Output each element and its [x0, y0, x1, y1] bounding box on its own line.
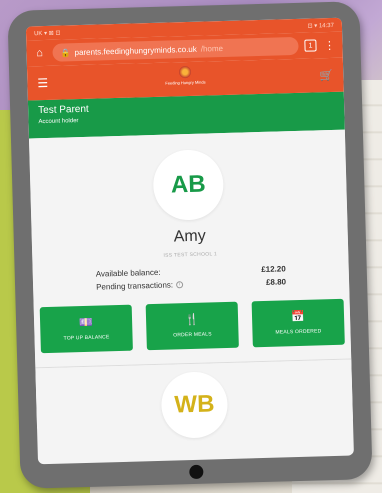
second-child-avatar[interactable]: WB — [160, 371, 229, 439]
meals-ordered-button[interactable]: 📅 MEALS ORDERED — [251, 298, 345, 348]
logo-text: Feeding Hungry Minds — [165, 79, 206, 86]
brand-logo[interactable]: Feeding Hungry Minds — [165, 65, 206, 86]
child-name: Amy — [173, 227, 206, 246]
tab-count-button[interactable]: 1 — [304, 39, 317, 52]
child-card: AB Amy ISS TEST SCHOOL 1 Available balan… — [28, 129, 353, 439]
lock-icon: 🔒 — [60, 47, 71, 58]
child-avatar: AB — [152, 149, 225, 221]
pending-transactions-value: £8.80 — [265, 277, 287, 287]
action-buttons: 💷 TOP UP BALANCE 🍴 ORDER MEALS 📅 MEALS O… — [33, 289, 350, 354]
url-input[interactable]: 🔒 parents.feedinghungryminds.co.uk/home — [52, 36, 299, 62]
order-meals-label: ORDER MEALS — [173, 330, 212, 339]
balance-row: Available balance: £12.20 — [96, 264, 286, 278]
url-host: parents.feedinghungryminds.co.uk — [74, 44, 197, 57]
info-icon[interactable]: i — [175, 281, 184, 289]
money-icon: 💷 — [79, 316, 94, 329]
top-up-balance-button[interactable]: 💷 TOP UP BALANCE — [39, 304, 133, 354]
order-meals-button[interactable]: 🍴 ORDER MEALS — [145, 301, 239, 351]
meals-ordered-label: MEALS ORDERED — [275, 327, 322, 336]
available-balance-label: Available balance: — [95, 267, 161, 279]
second-child-card: WB — [35, 359, 353, 439]
tablet-home-button[interactable] — [189, 464, 204, 480]
tablet-frame: UK ▾ ⊠ ⊡ ⊡ ▾ 14:37 ⌂ 🔒 parents.feedinghu… — [7, 1, 373, 489]
available-balance-value: £12.20 — [261, 264, 286, 275]
url-path: /home — [200, 43, 224, 54]
pending-row: Pending transactions: i £8.80 — [96, 277, 286, 291]
top-up-balance-label: TOP UP BALANCE — [63, 333, 110, 342]
status-right: ⊡ ▾ 14:37 — [307, 22, 335, 30]
cutlery-icon: 🍴 — [185, 313, 200, 326]
calendar-icon: 📅 — [291, 310, 306, 323]
status-left: UK ▾ ⊠ ⊡ — [33, 30, 61, 37]
more-menu-icon[interactable]: ⋮ — [322, 38, 336, 51]
cart-icon[interactable]: 🛒 — [319, 68, 333, 81]
hamburger-menu-icon[interactable]: ☰ — [37, 76, 48, 90]
balance-summary: Available balance: £12.20 Pending transa… — [96, 264, 287, 291]
child-school: ISS TEST SCHOOL 1 — [163, 251, 218, 259]
tablet-screen: UK ▾ ⊠ ⊡ ⊡ ▾ 14:37 ⌂ 🔒 parents.feedinghu… — [25, 17, 354, 465]
pending-transactions-label: Pending transactions: — [96, 280, 174, 292]
logo-mark-icon — [179, 65, 192, 79]
home-icon[interactable]: ⌂ — [32, 47, 46, 59]
